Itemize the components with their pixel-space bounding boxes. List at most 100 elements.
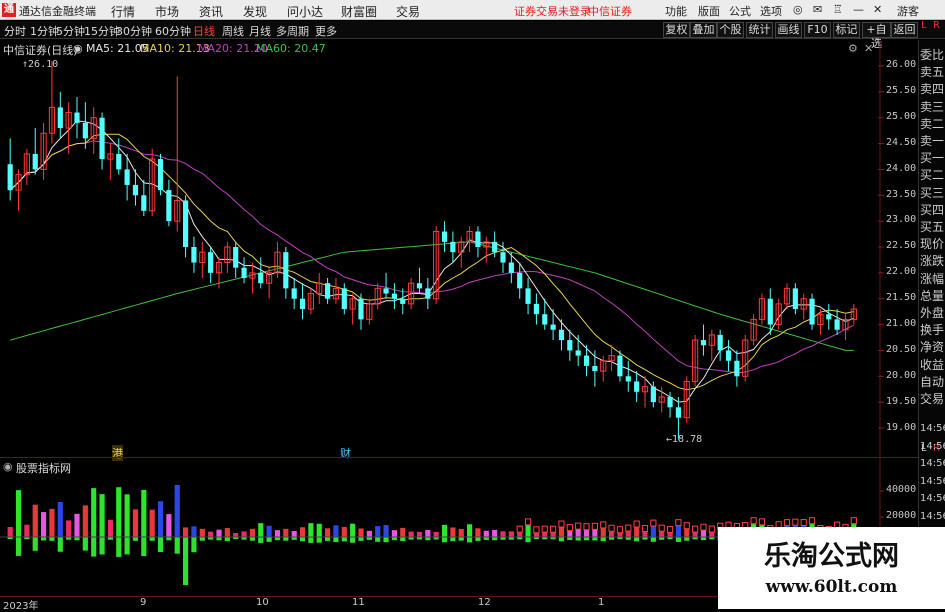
- sidebar-item[interactable]: 交易: [920, 390, 944, 407]
- sidebar-item[interactable]: 买三: [920, 184, 944, 201]
- period-15min[interactable]: 15分钟: [84, 23, 120, 39]
- indicator-outline: [792, 518, 799, 526]
- sidebar-item[interactable]: 总量: [920, 287, 944, 304]
- sidebar-r-mark[interactable]: R: [933, 20, 940, 31]
- headset-icon[interactable]: ◎: [793, 3, 803, 16]
- sidebar-item[interactable]: 涨幅: [920, 270, 944, 287]
- candle-body: [99, 117, 105, 160]
- candle-body: [700, 340, 707, 346]
- adjust-button[interactable]: 复权: [663, 22, 690, 38]
- indicator-bar: [141, 489, 147, 537]
- indicator-bar: [74, 513, 80, 537]
- indicator-bar: [441, 524, 448, 537]
- indicator-outline: [566, 524, 573, 532]
- period-monthly[interactable]: 月线: [249, 23, 271, 39]
- sidebar-item[interactable]: 涨跌: [920, 252, 944, 269]
- indicator-title[interactable]: 股票指标网: [16, 460, 71, 476]
- close-icon[interactable]: ✕: [873, 3, 882, 16]
- period-30min[interactable]: 30分钟: [116, 23, 152, 39]
- mark-button[interactable]: 标记: [833, 22, 860, 38]
- sidebar-item[interactable]: 现价: [920, 235, 944, 252]
- sidebar-l-mark[interactable]: L: [921, 20, 927, 31]
- guest-label[interactable]: 游客: [897, 3, 919, 19]
- menu-trade[interactable]: 交易: [396, 3, 420, 20]
- period-intraday[interactable]: 分时: [4, 23, 26, 39]
- candle-body: [558, 329, 565, 341]
- indicator-axis-20000: 20000: [886, 510, 917, 521]
- sidebar-item[interactable]: 买五: [920, 218, 944, 235]
- candle-body: [475, 231, 481, 247]
- sidebar-item[interactable]: 收益: [920, 356, 944, 373]
- menu-wealth-circle[interactable]: 财富圈: [341, 3, 377, 20]
- f10-button[interactable]: F10: [804, 22, 831, 38]
- login-status[interactable]: 证券交易未登录: [514, 3, 591, 19]
- shirt-icon[interactable]: ♖: [833, 3, 843, 16]
- period-daily[interactable]: 日线: [193, 23, 215, 39]
- menu-market[interactable]: 市场: [155, 3, 179, 20]
- back-button[interactable]: 返回: [891, 22, 918, 38]
- draw-line-button[interactable]: 画线: [775, 22, 802, 38]
- menu-discover[interactable]: 发现: [243, 3, 267, 20]
- indicator-outline: [558, 520, 565, 528]
- menu-functions[interactable]: 功能: [665, 3, 687, 19]
- overlay-button[interactable]: 叠加: [690, 22, 717, 38]
- period-5min[interactable]: 5分钟: [56, 23, 85, 39]
- indicator-outline: [708, 525, 715, 533]
- sidebar-item[interactable]: 卖四: [920, 80, 944, 97]
- indicator-bar-neg: [558, 537, 565, 542]
- sidebar-item[interactable]: 卖三: [920, 98, 944, 115]
- indicator-bar: [466, 524, 473, 537]
- menu-market-quotes[interactable]: 行情: [111, 3, 135, 20]
- candle-body: [734, 360, 740, 377]
- indicator-bar-neg: [575, 537, 581, 541]
- indicator-bar: [91, 488, 97, 537]
- kline-chart[interactable]: [0, 40, 918, 609]
- stock-button[interactable]: 个股: [717, 22, 744, 38]
- indicator-outline: [650, 519, 657, 527]
- indicator-bar: [458, 528, 464, 537]
- sidebar-item[interactable]: 卖一: [920, 132, 944, 149]
- sidebar-item[interactable]: 卖五: [920, 63, 944, 80]
- period-1min[interactable]: 1分钟: [30, 23, 59, 39]
- indicator-outline: [758, 518, 766, 526]
- indicator-outline: [641, 524, 649, 532]
- candle-body: [767, 298, 773, 325]
- candle-body: [132, 184, 139, 196]
- candle-body: [533, 303, 540, 315]
- sidebar-item[interactable]: 外盘: [920, 304, 944, 321]
- indicator-bar: [483, 530, 489, 537]
- indicator-bar-neg: [333, 537, 339, 543]
- minimize-icon[interactable]: —: [853, 3, 864, 16]
- candle-body: [508, 262, 514, 273]
- price-axis-label: 21.50: [886, 292, 917, 304]
- indicator-outline: [524, 518, 532, 526]
- candle-body: [74, 112, 80, 123]
- candle-body: [542, 314, 548, 325]
- indicator-bar-neg: [199, 537, 205, 541]
- indicator-toggle-icon[interactable]: ◉: [3, 460, 13, 473]
- period-60min[interactable]: 60分钟: [155, 23, 191, 39]
- period-more[interactable]: 更多: [315, 23, 337, 39]
- candle-body: [82, 122, 88, 139]
- menu-formula[interactable]: 公式: [729, 3, 751, 19]
- indicator-bar: [583, 529, 590, 537]
- menu-assistant[interactable]: 问小达: [287, 3, 323, 20]
- sidebar-item[interactable]: 自动: [920, 373, 944, 390]
- sidebar-item[interactable]: 净资: [920, 338, 944, 355]
- sidebar-item[interactable]: 买二: [920, 166, 944, 183]
- mail-icon[interactable]: ✉: [813, 3, 822, 16]
- candle-body: [258, 272, 264, 284]
- sidebar-item[interactable]: 买一: [920, 149, 944, 166]
- menu-layout[interactable]: 版面: [698, 3, 720, 19]
- sidebar-item[interactable]: 卖二: [920, 115, 944, 132]
- candle-body: [116, 153, 122, 170]
- add-watchlist-button[interactable]: +自选: [862, 22, 891, 50]
- menu-news[interactable]: 资讯: [199, 3, 223, 20]
- sidebar-item[interactable]: 换手: [920, 321, 944, 338]
- menu-options[interactable]: 选项: [760, 3, 782, 19]
- sidebar-item[interactable]: 买四: [920, 201, 944, 218]
- stats-button[interactable]: 统计: [746, 22, 773, 38]
- sidebar-item[interactable]: 委比: [920, 46, 944, 63]
- period-multi[interactable]: 多周期: [276, 23, 309, 39]
- period-weekly[interactable]: 周线: [222, 23, 244, 39]
